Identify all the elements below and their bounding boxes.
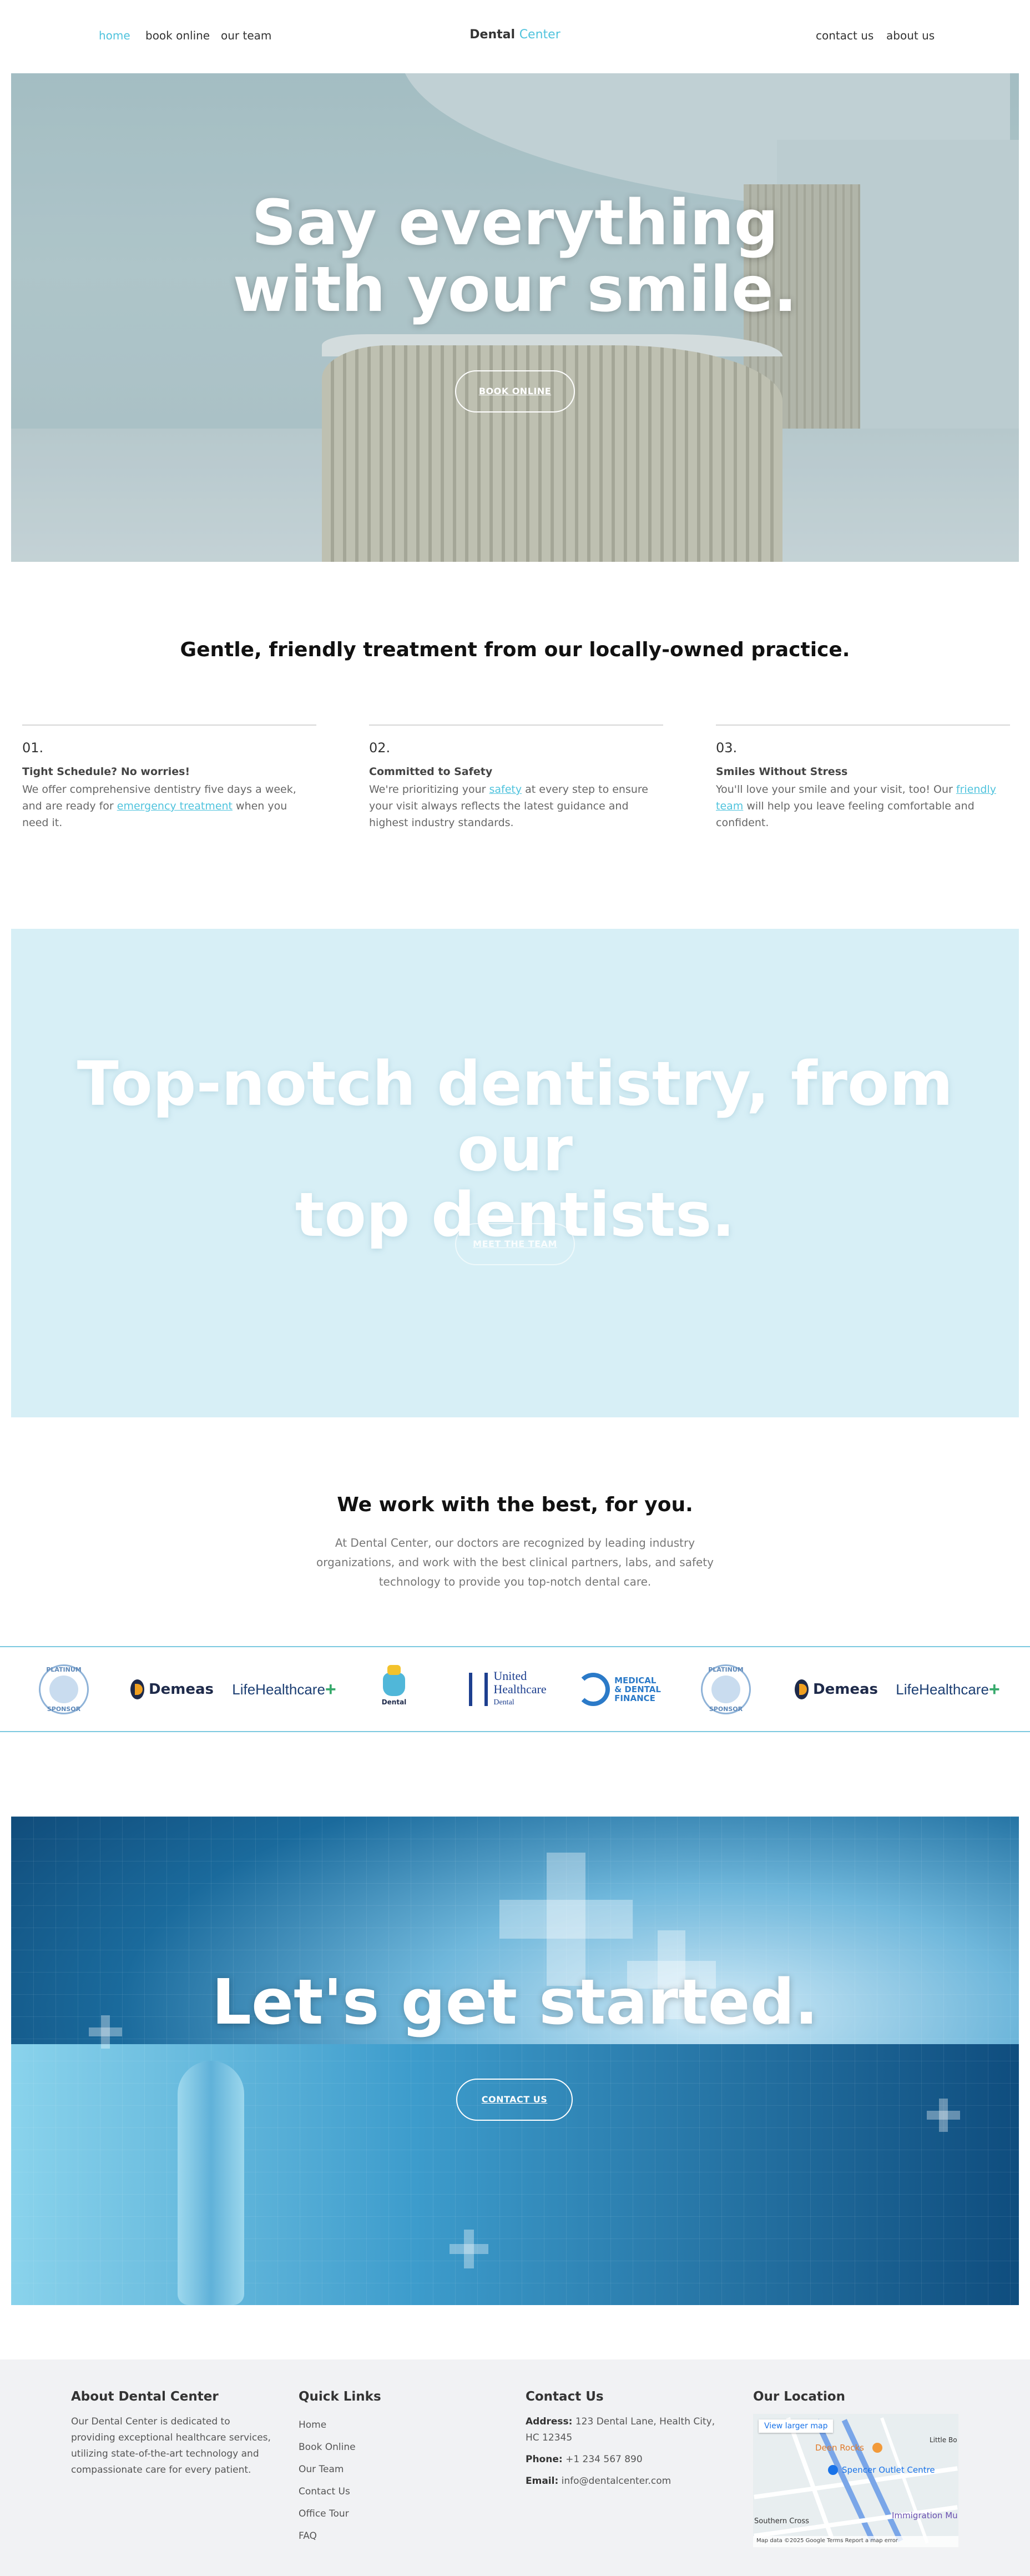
divider: [369, 724, 663, 726]
footer-email: Email: info@dentalcenter.com: [526, 2476, 671, 2487]
footer-phone: Phone: +1 234 567 890: [526, 2454, 643, 2465]
platinum-sponsor-logo: PLATINUM SPONSOR: [36, 1663, 92, 1716]
footer-link-book-online[interactable]: Book Online: [299, 2436, 498, 2458]
gentle-title: Gentle, friendly treatment from our loca…: [180, 638, 850, 661]
feature-card: 02. Committed to Safety We're prioritizi…: [369, 724, 663, 831]
united-healthcare-logo: United Healthcare Dental: [461, 1663, 555, 1716]
location-map[interactable]: View larger map Deen Rocks Spencer Outle…: [753, 2414, 958, 2547]
footer-about-heading: About Dental Center: [71, 2389, 219, 2404]
map-label: Immigration Mu: [892, 2510, 958, 2520]
map-label: Little Bo: [930, 2436, 957, 2444]
footer: About Dental Center Our Dental Center is…: [0, 2359, 1030, 2576]
divider: [22, 724, 316, 726]
feature-number: 02.: [369, 740, 391, 756]
feature-text: We offer comprehensive dentistry five da…: [22, 783, 296, 829]
safety-link[interactable]: safety: [489, 783, 522, 796]
meet-the-team-button[interactable]: MEET THE TEAM: [455, 1223, 575, 1265]
plus-icon: +: [988, 1678, 1000, 1700]
platinum-sponsor-logo: PLATINUM SPONSOR: [698, 1663, 754, 1716]
footer-links-heading: Quick Links: [299, 2389, 381, 2404]
footer-link-home[interactable]: Home: [299, 2414, 498, 2436]
feature-number: 01.: [22, 740, 44, 756]
footer-address: Address: 123 Dental Lane, Health City, H…: [526, 2416, 715, 2443]
map-label: Spencer Outlet Centre: [842, 2465, 935, 2475]
dental-logo: Dental: [372, 1663, 416, 1716]
nav-about-us[interactable]: about us: [886, 29, 935, 42]
hero-section: Say everything with your smile. BOOK ONL…: [11, 73, 1019, 562]
partners-description: At Dental Center, our doctors are recogn…: [316, 1536, 714, 1588]
partners-title: We work with the best, for you.: [337, 1493, 693, 1516]
view-larger-map-link[interactable]: View larger map: [759, 2419, 834, 2433]
emergency-treatment-link[interactable]: emergency treatment: [117, 800, 233, 812]
feature-title: Committed to Safety: [369, 766, 493, 778]
demeas-icon: [130, 1679, 145, 1699]
dental-tool-image: [178, 2061, 244, 2305]
feature-card: 03. Smiles Without Stress You'll love yo…: [716, 724, 1010, 831]
footer-about-text: Our Dental Center is dedicated to provid…: [71, 2416, 271, 2476]
contact-us-button[interactable]: CONTACT US: [456, 2079, 573, 2121]
top-nav: home book online our team Dental Center …: [0, 0, 1030, 73]
tooth-icon: [383, 1665, 405, 1696]
brand-main: Dental: [469, 28, 516, 42]
book-online-button[interactable]: BOOK ONLINE: [455, 370, 575, 412]
footer-location: Our Location View larger map Deen Rocks …: [753, 2389, 958, 2547]
footer-location-heading: Our Location: [753, 2389, 845, 2404]
map-pin-icon: [872, 2443, 882, 2453]
feature-text: We're prioritizing your safety at every …: [369, 783, 648, 829]
map-attribution: Map data ©2025 Google Terms Report a map…: [753, 2536, 958, 2547]
demeas-logo: Demeas: [130, 1663, 214, 1716]
dentists-section: Top-notch dentistry, from our top dentis…: [11, 929, 1019, 1417]
get-started-section: Let's get started. CONTACT US: [11, 1817, 1019, 2305]
dentists-title: Top-notch dentistry, from our top dentis…: [77, 1048, 953, 1250]
map-label: Southern Cross: [754, 2517, 809, 2525]
footer-quick-links: Quick Links Home Book Online Our Team Co…: [299, 2389, 498, 2547]
footer-link-our-team[interactable]: Our Team: [299, 2458, 498, 2481]
feature-text: You'll love your smile and your visit, t…: [716, 783, 996, 829]
demeas-logo: Demeas: [795, 1663, 878, 1716]
lifehealthcare-logo: LifeHealthcare +: [232, 1678, 336, 1700]
brand-logo[interactable]: Dental Center: [0, 28, 1030, 42]
feature-title: Tight Schedule? No worries!: [22, 766, 190, 778]
lifehealthcare-logo: LifeHealthcare +: [896, 1678, 1000, 1700]
footer-about: About Dental Center Our Dental Center is…: [71, 2389, 271, 2478]
hero-title: Say everything with your smile.: [233, 187, 797, 326]
plus-icon: +: [325, 1678, 336, 1700]
footer-link-faq[interactable]: FAQ: [299, 2525, 498, 2547]
get-started-title: Let's get started.: [211, 1966, 819, 2039]
footer-contact: Contact Us Address: 123 Dental Lane, Hea…: [526, 2389, 725, 2495]
footer-contact-heading: Contact Us: [526, 2389, 604, 2404]
feature-card: 01. Tight Schedule? No worries! We offer…: [22, 724, 316, 831]
feature-number: 03.: [716, 740, 738, 756]
demeas-icon: [795, 1679, 809, 1699]
brand-accent: Center: [519, 28, 561, 42]
js-medical-finance-logo: MEDICAL & DENTAL FINANCE: [574, 1663, 663, 1716]
footer-link-office-tour[interactable]: Office Tour: [299, 2503, 498, 2525]
united-healthcare-icon: [469, 1673, 488, 1706]
footer-link-contact-us[interactable]: Contact Us: [299, 2481, 498, 2503]
divider: [716, 724, 1010, 726]
nav-contact-us[interactable]: contact us: [816, 29, 874, 42]
feature-title: Smiles Without Stress: [716, 766, 848, 778]
map-label: Deen Rocks: [815, 2443, 864, 2453]
js-icon: [577, 1673, 610, 1706]
map-pin-icon: [828, 2465, 838, 2475]
partner-logo-strip: PLATINUM SPONSOR Demeas LifeHealthcare + …: [0, 1646, 1030, 1732]
